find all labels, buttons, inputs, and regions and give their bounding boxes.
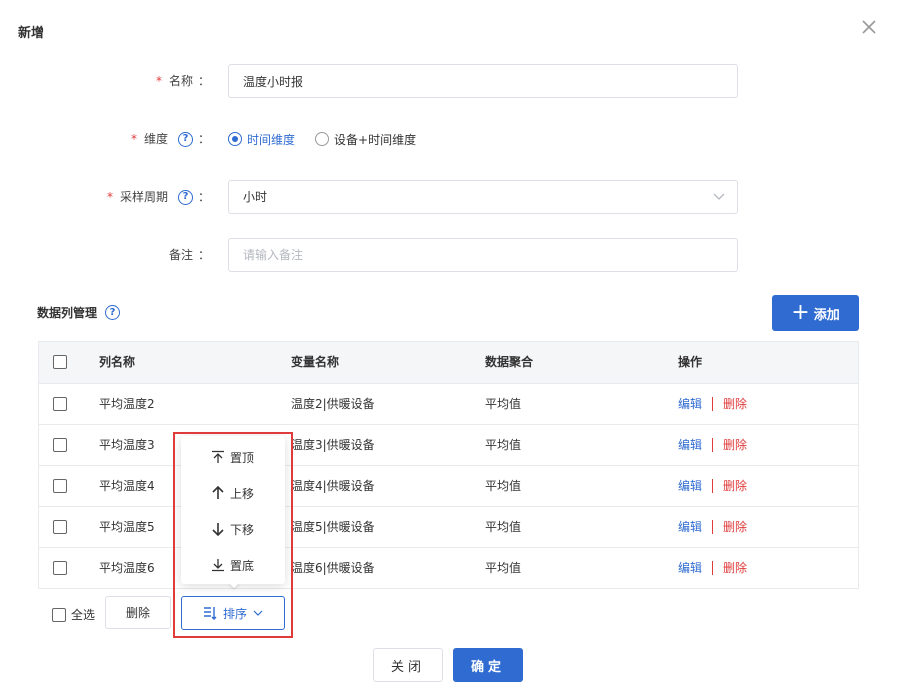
edit-link[interactable]: 编辑 [678, 507, 702, 547]
row-checkbox[interactable] [53, 397, 67, 411]
table-row: 平均温度6 温度6|供暖设备 平均值 编辑 删除 [39, 547, 858, 588]
sort-menu-item-up[interactable]: 上移 [181, 478, 285, 508]
row-checkbox[interactable] [53, 520, 67, 534]
columns-table: 列名称 变量名称 数据聚合 操作 平均温度2 温度2|供暖设备 平均值 编辑 删除… [38, 341, 859, 589]
sort-menu-item-top[interactable]: 置顶 [181, 442, 285, 472]
edit-link[interactable]: 编辑 [678, 466, 702, 506]
table-header: 列名称 变量名称 数据聚合 操作 [39, 342, 858, 383]
radio-checked-icon [228, 132, 242, 146]
form-row-dimension: * 维度 ? ： 时间维度 设备+时间维度 [0, 122, 898, 156]
name-input[interactable] [228, 64, 738, 98]
plus-icon: + [791, 300, 810, 325]
radio-device-time-dimension[interactable]: 设备+时间维度 [315, 131, 416, 148]
delete-link[interactable]: 删除 [723, 466, 747, 506]
radio-unchecked-icon [315, 132, 330, 146]
select-all-checkbox[interactable]: 全选 [52, 606, 95, 623]
sort-menu-item-down[interactable]: 下移 [181, 514, 285, 544]
columns-section-title: 数据列管理 ? [37, 304, 121, 321]
arrow-down-icon [212, 523, 224, 536]
sort-button[interactable]: 排序 [181, 596, 285, 630]
edit-link[interactable]: 编辑 [678, 425, 702, 465]
dropdown-caret [228, 582, 240, 588]
delete-link[interactable]: 删除 [723, 384, 747, 424]
edit-link[interactable]: 编辑 [678, 548, 702, 588]
move-to-top-icon [212, 450, 224, 463]
sort-dropdown-menu: 置顶 上移 下移 置底 [181, 436, 285, 584]
close-icon[interactable] [858, 16, 880, 38]
add-column-button[interactable]: + 添加 [772, 295, 859, 331]
dialog-title: 新增 [18, 26, 45, 41]
header-col-name: 列名称 [99, 355, 136, 369]
move-to-bottom-icon [212, 559, 224, 572]
table-row: 平均温度5 温度5|供暖设备 平均值 编辑 删除 [39, 506, 858, 547]
batch-delete-button[interactable]: 删除 [105, 596, 171, 629]
radio-time-dimension[interactable]: 时间维度 [228, 131, 295, 148]
delete-link[interactable]: 删除 [723, 425, 747, 465]
close-button[interactable]: 关闭 [373, 648, 443, 682]
remark-label: 备注 ： [168, 248, 210, 262]
help-icon[interactable]: ? [105, 305, 121, 320]
table-row: 平均温度3 温度3|供暖设备 平均值 编辑 删除 [39, 424, 858, 465]
period-label: * 采样周期 ? ： [106, 189, 210, 205]
edit-link[interactable]: 编辑 [678, 384, 702, 424]
row-checkbox[interactable] [53, 479, 67, 493]
chevron-down-icon [253, 610, 263, 616]
name-label: * 名称 ： [155, 74, 210, 88]
delete-link[interactable]: 删除 [723, 548, 747, 588]
header-checkbox[interactable] [53, 355, 67, 369]
header-col-var: 变量名称 [291, 355, 340, 369]
period-select[interactable]: 小时 [228, 180, 738, 214]
dimension-radio-group: 时间维度 设备+时间维度 [228, 122, 436, 156]
form-row-name: * 名称 ： [0, 64, 898, 98]
table-footer: 全选 删除 排序 [0, 596, 898, 630]
row-checkbox[interactable] [53, 561, 67, 575]
table-row: 平均温度4 温度4|供暖设备 平均值 编辑 删除 [39, 465, 858, 506]
chevron-down-icon [713, 193, 725, 200]
delete-link[interactable]: 删除 [723, 507, 747, 547]
sort-icon [203, 607, 217, 620]
confirm-button[interactable]: 确定 [453, 648, 523, 682]
help-icon[interactable]: ? [177, 131, 193, 147]
arrow-up-icon [212, 486, 224, 499]
form-row-period: * 采样周期 ? ： 小时 [0, 180, 898, 214]
row-checkbox[interactable] [53, 438, 67, 452]
help-icon[interactable]: ? [177, 189, 193, 205]
header-col-agg: 数据聚合 [485, 355, 534, 369]
dimension-label: * 维度 ? ： [130, 131, 210, 147]
form-row-remark: 备注 ： [0, 238, 898, 272]
table-row: 平均温度2 温度2|供暖设备 平均值 编辑 删除 [39, 383, 858, 424]
header-col-op: 操作 [678, 355, 703, 369]
sort-menu-item-bottom[interactable]: 置底 [181, 550, 285, 580]
remark-input[interactable] [228, 238, 738, 272]
